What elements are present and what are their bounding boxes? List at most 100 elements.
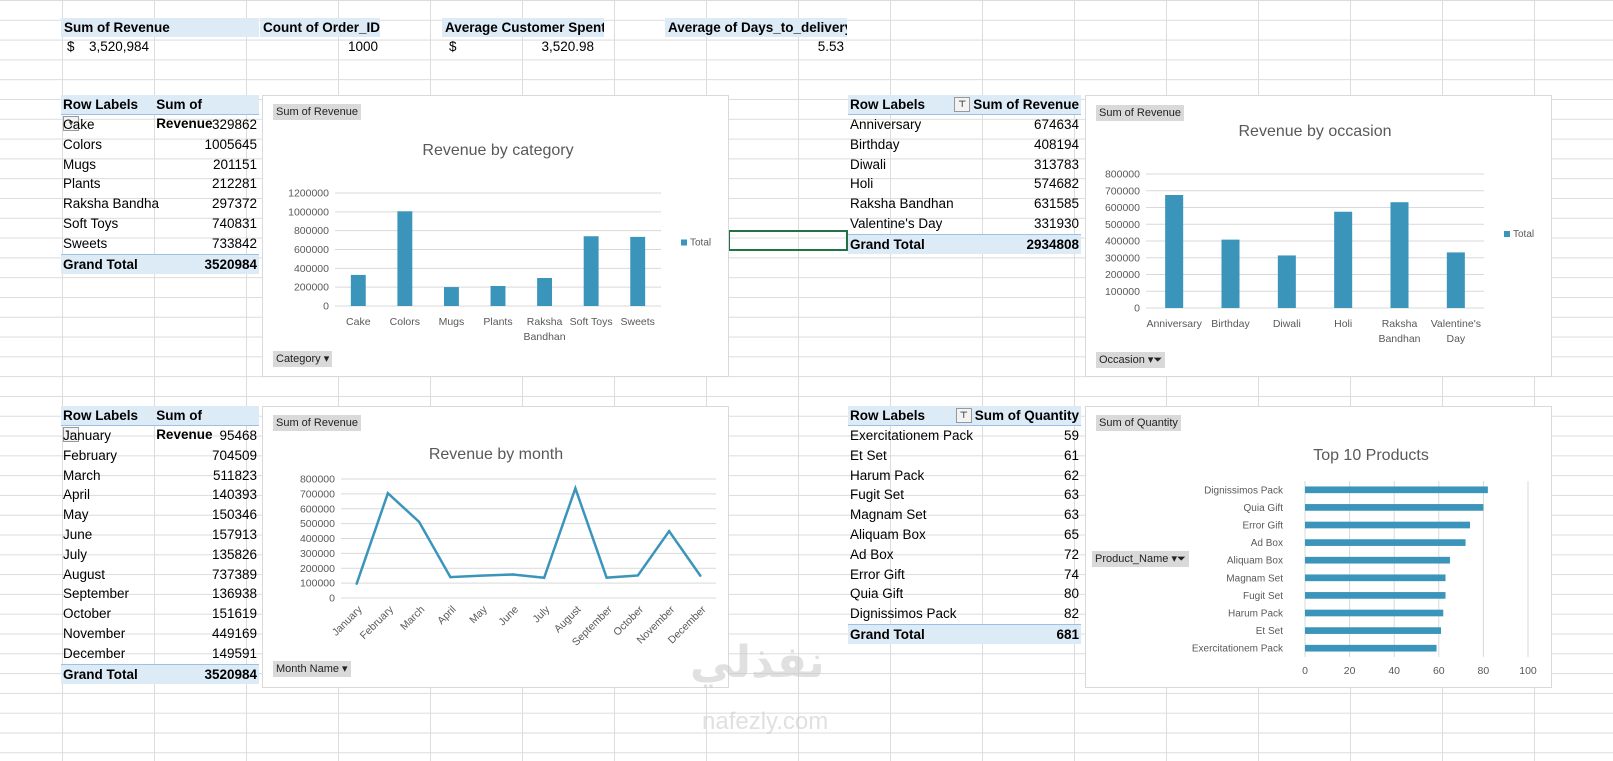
pivot-row-value[interactable]: 95468 (219, 426, 257, 446)
pivot-row-label[interactable]: Raksha Bandhan (850, 194, 954, 214)
pivot-row[interactable]: August 737389 (61, 565, 259, 585)
pivot-row-value[interactable]: 329862 (212, 115, 257, 135)
pivot-row-value[interactable]: 150346 (212, 505, 257, 525)
pivot-row-value[interactable]: 62 (1064, 466, 1079, 486)
pivot-row[interactable]: Harum Pack 62 (848, 466, 1081, 486)
pivot-row-label[interactable]: Ad Box (850, 545, 894, 565)
pivot-row-label[interactable]: Error Gift (850, 565, 905, 585)
pivot-row-value[interactable]: 63 (1064, 505, 1079, 525)
summary-avg-spent-currency[interactable]: $ (449, 37, 457, 57)
summary-orders-label[interactable]: Count of Order_ID (260, 18, 380, 37)
pivot-row-value[interactable]: 631585 (1034, 194, 1079, 214)
summary-avg-spent-value[interactable]: 3,520.98 (460, 37, 594, 57)
summary-revenue-label[interactable]: Sum of Revenue (61, 18, 259, 37)
pivot-month-value-header[interactable]: Sum of Revenue (156, 406, 257, 442)
pivot-row[interactable]: Dignissimos Pack 82 (848, 604, 1081, 624)
pivot-row-label[interactable]: Exercitationem Pack (850, 426, 973, 446)
summary-revenue-currency[interactable]: $ (67, 37, 75, 57)
pivot-row-label[interactable]: Dignissimos Pack (850, 604, 957, 624)
pivot-row-label[interactable]: October (63, 604, 111, 624)
pivot-row[interactable]: Fugit Set 63 (848, 485, 1081, 505)
pivot-row-value[interactable]: 63 (1064, 485, 1079, 505)
pivot-row[interactable]: Quia Gift 80 (848, 584, 1081, 604)
pivot-row[interactable]: April 140393 (61, 485, 259, 505)
pivot-row[interactable]: Magnam Set 63 (848, 505, 1081, 525)
pivot-row[interactable]: May 150346 (61, 505, 259, 525)
pivot-row-label[interactable]: Fugit Set (850, 485, 904, 505)
summary-avg-spent-label[interactable]: Average Customer Spent (442, 18, 604, 37)
pivot-row-label[interactable]: July (63, 545, 87, 565)
grand-total-label[interactable]: Grand Total (63, 255, 138, 274)
pivot-row[interactable]: Holi 574682 (848, 174, 1081, 194)
pivot-row[interactable]: Ad Box 72 (848, 545, 1081, 565)
pivot-row-label[interactable]: Harum Pack (850, 466, 924, 486)
pivot-category-row-header[interactable]: Row Labels (63, 97, 138, 112)
pivot-row-label[interactable]: Diwali (850, 155, 886, 175)
pivot-quantity-value-header[interactable]: Sum of Quantity (975, 408, 1079, 423)
pivot-row-label[interactable]: April (63, 485, 90, 505)
pivot-row-label[interactable]: March (63, 466, 101, 486)
pivot-row-value[interactable]: 149591 (212, 644, 257, 664)
pivot-row-value[interactable]: 65 (1064, 525, 1079, 545)
pivot-row-value[interactable]: 297372 (212, 194, 257, 214)
pivot-quantity-row-header[interactable]: Row Labels (850, 406, 925, 425)
grand-total-value[interactable]: 3520984 (204, 665, 257, 684)
pivot-row[interactable]: February 704509 (61, 446, 259, 466)
pivot-row-label[interactable]: September (63, 584, 129, 604)
pivot-row[interactable]: Diwali 313783 (848, 155, 1081, 175)
grand-total-label[interactable]: Grand Total (850, 235, 925, 254)
grand-total-value[interactable]: 3520984 (204, 255, 257, 274)
pivot-row-value[interactable]: 733842 (212, 234, 257, 254)
pivot-row-label[interactable]: Anniversary (850, 115, 921, 135)
chart-revenue-by-occasion[interactable]: Sum of Revenue Occasion ▾⏷ Revenue by oc… (1085, 95, 1552, 377)
pivot-row-value[interactable]: 201151 (213, 155, 257, 175)
pivot-row[interactable]: Mugs 201151 (61, 155, 259, 175)
pivot-row-label[interactable]: Birthday (850, 135, 900, 155)
pivot-row-label[interactable]: Soft Toys (63, 214, 118, 234)
pivot-row-label[interactable]: January (63, 426, 111, 446)
pivot-row[interactable]: Anniversary 674634 (848, 115, 1081, 135)
pivot-row[interactable]: December 149591 (61, 644, 259, 664)
pivot-row-label[interactable]: Et Set (850, 446, 887, 466)
pivot-row[interactable]: Valentine's Day 331930 (848, 214, 1081, 234)
grand-total-value[interactable]: 2934808 (1026, 235, 1079, 254)
pivot-occasion-value-header[interactable]: Sum of Revenue (973, 97, 1079, 112)
pivot-row-value[interactable]: 74 (1064, 565, 1079, 585)
pivot-row-value[interactable]: 313783 (1034, 155, 1079, 175)
pivot-row-value[interactable]: 331930 (1034, 214, 1079, 234)
pivot-row-value[interactable]: 151619 (212, 604, 257, 624)
chart-revenue-by-month[interactable]: Sum of Revenue Month Name ▾ Revenue by m… (262, 406, 729, 688)
pivot-row-value[interactable]: 212281 (212, 174, 257, 194)
pivot-row[interactable]: Exercitationem Pack 59 (848, 426, 1081, 446)
pivot-row-value[interactable]: 157913 (212, 525, 257, 545)
filter-applied-icon[interactable]: ⊤ (955, 408, 972, 423)
pivot-row-label[interactable]: May (63, 505, 89, 525)
pivot-row-value[interactable]: 704509 (212, 446, 257, 466)
pivot-row-label[interactable]: February (63, 446, 117, 466)
pivot-row-label[interactable]: Valentine's Day (850, 214, 942, 234)
summary-avg-days-value[interactable]: 5.53 (665, 37, 844, 57)
pivot-row-value[interactable]: 1005645 (204, 135, 257, 155)
pivot-row[interactable]: Sweets 733842 (61, 234, 259, 254)
pivot-row[interactable]: Plants 212281 (61, 174, 259, 194)
filter-applied-icon[interactable]: ⊤ (954, 97, 971, 112)
chart-top-10-products[interactable]: Sum of Quantity Product_Name ▾⏷ Top 10 P… (1085, 406, 1552, 688)
pivot-row-label[interactable]: Raksha Bandha (63, 194, 159, 214)
pivot-row[interactable]: Colors 1005645 (61, 135, 259, 155)
pivot-row-label[interactable]: Cake (63, 115, 95, 135)
pivot-row[interactable]: June 157913 (61, 525, 259, 545)
pivot-row[interactable]: Raksha Bandha 297372 (61, 194, 259, 214)
pivot-row[interactable]: Error Gift 74 (848, 565, 1081, 585)
pivot-category-value-header[interactable]: Sum of Revenue (156, 95, 257, 131)
pivot-row-value[interactable]: 59 (1064, 426, 1079, 446)
pivot-row-label[interactable]: Mugs (63, 155, 96, 175)
pivot-row-label[interactable]: August (63, 565, 105, 585)
grand-total-label[interactable]: Grand Total (63, 665, 138, 684)
pivot-row-label[interactable]: Plants (63, 174, 101, 194)
pivot-row-value[interactable]: 136938 (212, 584, 257, 604)
pivot-row-value[interactable]: 80 (1064, 584, 1079, 604)
pivot-row-label[interactable]: November (63, 624, 125, 644)
pivot-row-value[interactable]: 740831 (212, 214, 257, 234)
pivot-row-value[interactable]: 61 (1064, 446, 1079, 466)
pivot-row[interactable]: October 151619 (61, 604, 259, 624)
